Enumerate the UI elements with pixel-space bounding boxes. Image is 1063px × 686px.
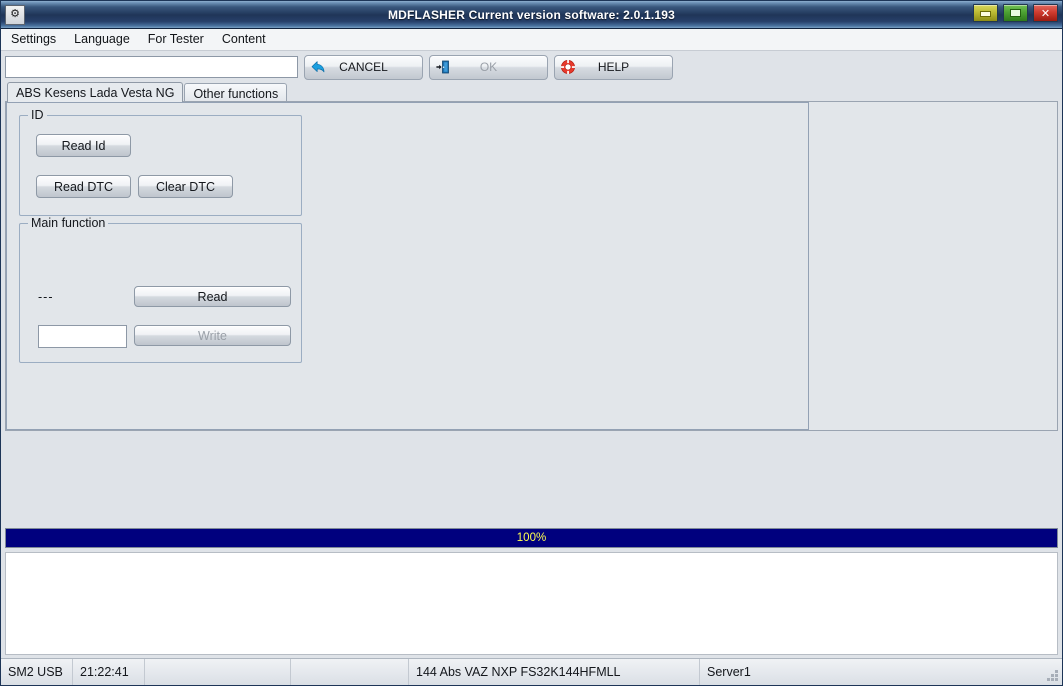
close-button[interactable]: ✕ xyxy=(1033,4,1058,22)
minimize-icon xyxy=(980,11,991,17)
status-panel-ecu: 144 Abs VAZ NXP FS32K144HFMLL xyxy=(409,659,700,685)
help-button[interactable]: HELP xyxy=(554,54,673,80)
read-id-button[interactable]: Read Id xyxy=(36,134,131,157)
toolbar: CANCEL OK HELP xyxy=(1,51,1062,83)
file-path-input[interactable] xyxy=(5,56,298,78)
function-panel: ID Read Id Read DTC Clear DTC Main funct… xyxy=(6,102,809,430)
progress-bar: 100% xyxy=(5,528,1058,548)
minimize-button[interactable] xyxy=(973,4,998,22)
status-panel-empty-2 xyxy=(291,659,409,685)
group-main-function-caption: Main function xyxy=(28,216,109,230)
help-button-label: HELP xyxy=(597,60,630,74)
tab-other-functions[interactable]: Other functions xyxy=(184,83,288,102)
clear-dtc-button[interactable]: Clear DTC xyxy=(138,175,233,198)
cancel-button-label: CANCEL xyxy=(339,60,388,74)
menu-item-language[interactable]: Language xyxy=(70,30,138,49)
status-panel-time: 21:22:41 xyxy=(73,659,145,685)
group-id: ID Read Id Read DTC Clear DTC xyxy=(19,108,302,216)
status-bar: SM2 USB 21:22:41 144 Abs VAZ NXP FS32K14… xyxy=(1,658,1062,685)
status-panel-empty-1 xyxy=(145,659,291,685)
menu-bar: Settings Language For Tester Content xyxy=(1,29,1062,51)
window-controls: ✕ xyxy=(973,4,1058,22)
status-panel-server: Server1 xyxy=(707,665,751,679)
close-icon: ✕ xyxy=(1040,6,1051,20)
group-main-function: Main function --- Read Write xyxy=(19,216,302,363)
life-ring-icon xyxy=(560,59,576,75)
group-id-caption: ID xyxy=(28,108,47,122)
application-window: ⚙ MDFLASHER Current version software: 2.… xyxy=(0,0,1063,686)
title-bar: ⚙ MDFLASHER Current version software: 2.… xyxy=(1,1,1062,29)
tab-abs-kesens-lada-vesta-ng[interactable]: ABS Kesens Lada Vesta NG xyxy=(7,82,184,102)
ok-button-label: OK xyxy=(479,60,498,74)
write-button[interactable]: Write xyxy=(134,325,291,346)
back-arrow-icon xyxy=(310,59,326,75)
cancel-button[interactable]: CANCEL xyxy=(304,54,423,80)
app-icon: ⚙ xyxy=(5,4,25,25)
maximize-icon xyxy=(1010,9,1021,17)
tab-strip: ABS Kesens Lada Vesta NG Other functions xyxy=(5,82,1058,102)
menu-item-settings[interactable]: Settings xyxy=(7,30,64,49)
exit-door-icon xyxy=(435,59,451,75)
log-output[interactable] xyxy=(5,552,1058,655)
maximize-button[interactable] xyxy=(1003,4,1028,22)
progress-bar-label: 100% xyxy=(516,532,547,544)
app-icon-glyph: ⚙ xyxy=(10,6,20,20)
tab-page: ID Read Id Read DTC Clear DTC Main funct… xyxy=(5,101,1058,431)
tab-control: ABS Kesens Lada Vesta NG Other functions… xyxy=(1,82,1062,528)
menu-item-for-tester[interactable]: For Tester xyxy=(144,30,212,49)
read-dtc-button[interactable]: Read DTC xyxy=(36,175,131,198)
main-function-input[interactable] xyxy=(38,325,127,348)
read-button[interactable]: Read xyxy=(134,286,291,307)
window-title: MDFLASHER Current version software: 2.0.… xyxy=(387,7,676,22)
status-panel-device: SM2 USB xyxy=(1,659,73,685)
main-function-status-text: --- xyxy=(38,290,54,304)
resize-grip-icon[interactable] xyxy=(1046,669,1059,682)
menu-item-content[interactable]: Content xyxy=(218,30,274,49)
ok-button[interactable]: OK xyxy=(429,54,548,80)
